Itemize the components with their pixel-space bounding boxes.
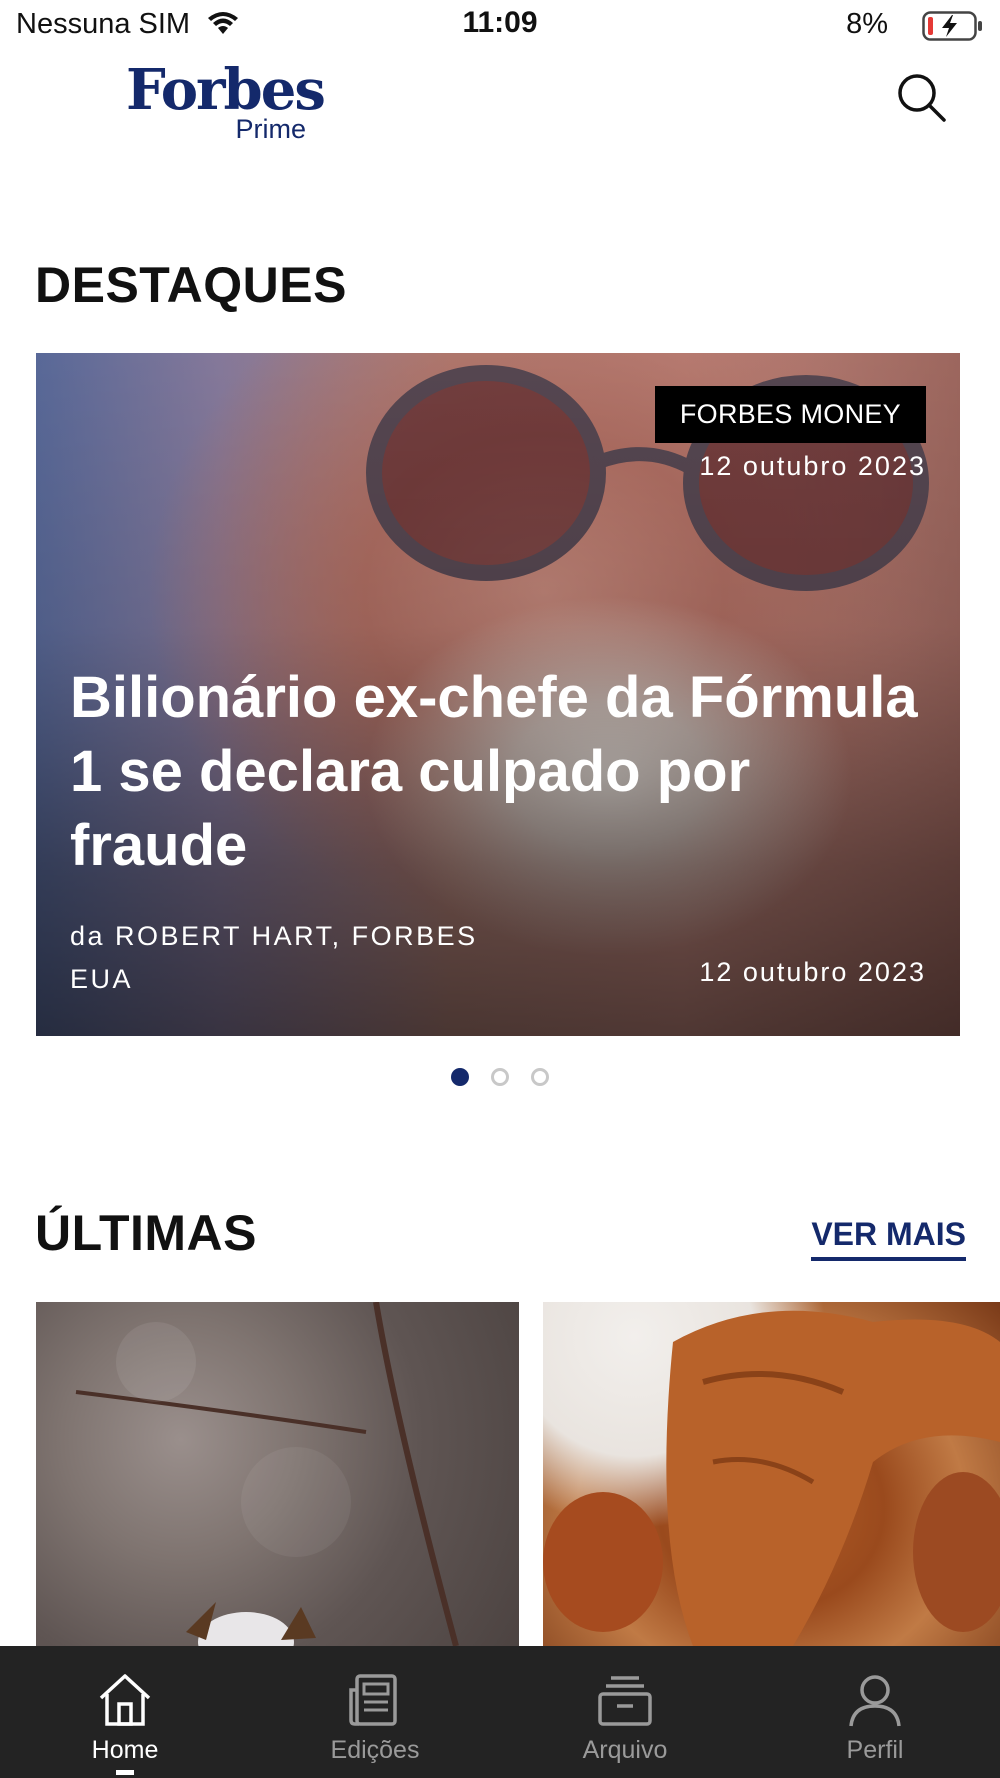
home-icon	[99, 1674, 151, 1726]
bottom-tab-bar: Home Edições Arquivo Perfil	[0, 1646, 1000, 1778]
battery-percentage: 8%	[846, 8, 888, 40]
tab-arquivo-label: Arquivo	[582, 1736, 668, 1764]
logo-subtitle: Prime	[235, 114, 306, 144]
featured-article-title[interactable]: Bilionário ex-chefe da Fórmula 1 se decl…	[70, 661, 930, 883]
app-header: Forbes Prime	[0, 52, 1000, 152]
search-icon	[898, 74, 946, 122]
tab-home[interactable]: Home	[0, 1646, 250, 1778]
carousel-dot-3[interactable]	[531, 1068, 549, 1086]
forbes-prime-logo[interactable]: Forbes Prime	[126, 58, 326, 148]
article-date-top: 12 outubro 2023	[699, 451, 926, 481]
destaques-section-title: DESTAQUES	[35, 257, 347, 313]
battery-charging-icon	[922, 11, 982, 41]
ultimas-section-title: ÚLTIMAS	[35, 1205, 257, 1261]
ver-mais-link[interactable]: VER MAIS	[811, 1216, 966, 1261]
fried-chicken-wings-photo	[543, 1310, 1000, 1646]
tab-arquivo[interactable]: Arquivo	[500, 1646, 750, 1778]
carousel-dot-1[interactable]	[451, 1068, 469, 1086]
tab-perfil-label: Perfil	[846, 1736, 904, 1764]
article-byline: da ROBERT HART, FORBES EUA	[70, 921, 478, 994]
cotton-plant-photo	[75, 1302, 459, 1646]
status-bar: Nessuna SIM 11:09 8%	[0, 0, 1000, 52]
article-date-bottom: 12 outubro 2023	[699, 957, 926, 987]
carousel-dot-2[interactable]	[491, 1068, 509, 1086]
latest-article-card[interactable]	[543, 1302, 1000, 1646]
category-badge[interactable]: FORBES MONEY	[654, 386, 926, 443]
latest-article-card[interactable]	[36, 1302, 519, 1646]
carousel-pagination	[0, 1068, 1000, 1086]
tab-perfil[interactable]: Perfil	[750, 1646, 1000, 1778]
user-icon	[849, 1675, 901, 1727]
tab-edicoes[interactable]: Edições	[250, 1646, 500, 1778]
tab-edicoes-label: Edições	[330, 1736, 420, 1764]
archive-icon	[598, 1676, 652, 1726]
newspaper-icon	[349, 1674, 397, 1726]
search-button[interactable]	[896, 72, 948, 124]
logo-wordmark: Forbes	[126, 57, 326, 123]
tab-home-label: Home	[91, 1736, 159, 1764]
active-tab-indicator	[116, 1770, 134, 1775]
featured-article-card[interactable]: FORBES MONEY 12 outubro 2023 Bilionário …	[36, 353, 960, 1036]
